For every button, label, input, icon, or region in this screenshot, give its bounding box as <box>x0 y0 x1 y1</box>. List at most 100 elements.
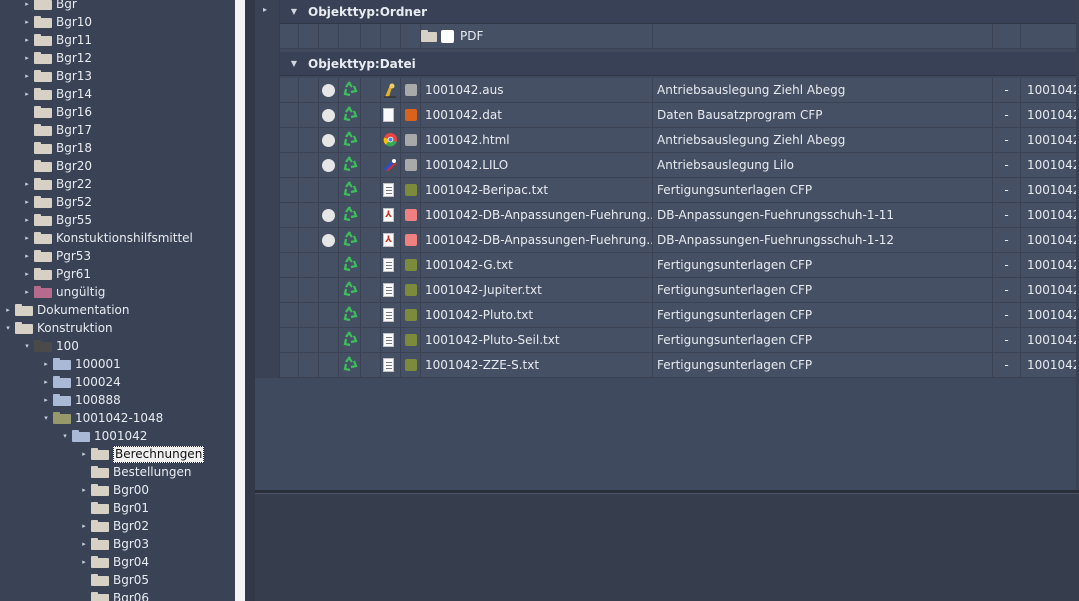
table-row[interactable]: 1001042-Jupiter.txt Fertigungsunterlagen … <box>280 278 1079 303</box>
checkbox[interactable] <box>441 29 454 43</box>
chevron-right-icon[interactable]: ▸ <box>79 540 89 548</box>
chevron-down-icon[interactable]: ▾ <box>22 342 32 350</box>
chevron-right-icon[interactable]: ▸ <box>22 270 32 278</box>
tree-item[interactable]: Bestellungen <box>79 463 191 481</box>
table-cell <box>299 203 319 227</box>
tree-item[interactable]: Bgr17 <box>22 121 92 139</box>
expand-arrow-icon[interactable]: ▸ <box>263 5 267 14</box>
tree-item[interactable]: ▸ Berechnungen <box>79 445 205 463</box>
tree-item[interactable]: ▸ Bgr03 <box>79 535 149 553</box>
chevron-right-icon[interactable]: ▸ <box>79 486 89 494</box>
lilo-icon <box>383 157 397 173</box>
tree-item[interactable]: ▾ 100 <box>22 337 79 355</box>
tree-item[interactable]: ▸ Bgr13 <box>22 67 92 85</box>
chevron-right-icon[interactable]: ▸ <box>22 54 32 62</box>
table-row[interactable]: 1001042.LILO Antriebsauslegung Lilo -10010… <box>280 153 1079 178</box>
file-dash: - <box>993 328 1021 352</box>
tree-item[interactable]: ▾ 1001042 <box>60 427 147 445</box>
tree-item[interactable]: ▸ Bgr00 <box>79 481 149 499</box>
tree-item[interactable]: ▸ Bgr11 <box>22 31 92 49</box>
tree-item[interactable]: Bgr18 <box>22 139 92 157</box>
chevron-right-icon[interactable]: ▸ <box>22 198 32 206</box>
tree-item[interactable]: ▸ Dokumentation <box>3 301 129 319</box>
table-row[interactable]: 1001042-G.txt Fertigungsunterlagen CFP -10… <box>280 253 1079 278</box>
chevron-right-icon[interactable]: ▸ <box>3 306 13 314</box>
folder-icon <box>53 394 71 406</box>
tree-item[interactable]: ▸ ungültig <box>22 283 105 301</box>
table-row[interactable]: 1001042.dat Daten Bausatzprogram CFP -1001… <box>280 103 1079 128</box>
table-row[interactable]: ⅄ 1001042-DB-Anpassungen-Fuehrung... DB-An… <box>280 203 1079 228</box>
recycle-cell <box>339 103 361 127</box>
folder-icon <box>421 30 437 42</box>
table-row[interactable]: 1001042-ZZE-S.txt Fertigungsunterlagen CF… <box>280 353 1079 378</box>
tree-item[interactable]: Bgr01 <box>79 499 149 517</box>
chevron-right-icon[interactable]: ▸ <box>22 90 32 98</box>
tree-item[interactable]: Bgr06 <box>79 589 149 601</box>
tree-item[interactable]: ▸ Bgr52 <box>22 193 92 211</box>
folder-icon <box>34 196 52 208</box>
pane-splitter[interactable] <box>245 0 255 601</box>
chevron-right-icon[interactable]: ▸ <box>79 450 89 458</box>
tree-item[interactable]: ▸ Bgr22 <box>22 175 92 193</box>
chevron-right-icon[interactable]: ▸ <box>22 36 32 44</box>
chevron-right-icon[interactable]: ▸ <box>22 216 32 224</box>
chevron-right-icon[interactable]: ▸ <box>79 558 89 566</box>
chevron-right-icon[interactable]: ▸ <box>22 234 32 242</box>
chevron-down-icon[interactable]: ▾ <box>41 414 51 422</box>
tree-item[interactable]: ▸ 100001 <box>41 355 121 373</box>
chevron-right-icon[interactable]: ▸ <box>22 0 32 8</box>
tree-item[interactable]: ▸ Bgr <box>22 0 77 13</box>
table-row[interactable]: ⅄ 1001042-DB-Anpassungen-Fuehrung... DB-An… <box>280 228 1079 253</box>
tree-item[interactable]: ▾ 1001042-1048 <box>41 409 163 427</box>
file-dash: - <box>993 178 1021 202</box>
chevron-right-icon[interactable]: ▸ <box>41 396 51 404</box>
table-row[interactable]: 1001042-Beripac.txt Fertigungsunterlagen … <box>280 178 1079 203</box>
file-description: Fertigungsunterlagen CFP <box>653 253 993 277</box>
chevron-right-icon[interactable]: ▸ <box>41 378 51 386</box>
tree-item[interactable]: ▸ Bgr12 <box>22 49 92 67</box>
tree-item[interactable]: ▸ 100888 <box>41 391 121 409</box>
tree-item[interactable]: Bgr20 <box>22 157 92 175</box>
chevron-right-icon[interactable]: ▸ <box>79 522 89 530</box>
file-number: 1001042 <box>1027 258 1079 272</box>
table-cell <box>401 24 421 48</box>
table-row[interactable]: 1001042.aus Antriebsauslegung Ziehl Abegg… <box>280 78 1079 103</box>
group-header[interactable]: ▼ Objekttyp:Datei <box>280 52 1079 76</box>
chevron-right-icon[interactable]: ▸ <box>41 360 51 368</box>
tree-item[interactable]: ▸ Konstuktionshilfsmittel <box>22 229 193 247</box>
chevron-down-icon[interactable]: ▾ <box>60 432 70 440</box>
tree-vertical-scrollbar[interactable] <box>235 0 245 601</box>
table-row[interactable]: 1001042-Pluto-Seil.txt Fertigungsunterlag… <box>280 328 1079 353</box>
tree-item[interactable]: ▸ Pgr61 <box>22 265 91 283</box>
group-header[interactable]: ▼ Objekttyp:Ordner <box>280 0 1079 24</box>
tree-item[interactable]: ▸ Pgr53 <box>22 247 91 265</box>
tree-item[interactable]: ▸ Bgr04 <box>79 553 149 571</box>
table-cell <box>299 278 319 302</box>
tree-item[interactable]: ▸ Bgr55 <box>22 211 92 229</box>
tree-item[interactable]: Bgr16 <box>22 103 92 121</box>
file-number: 1001042 <box>1027 158 1079 172</box>
chevron-right-icon[interactable]: ▸ <box>22 288 32 296</box>
chevron-right-icon[interactable]: ▸ <box>22 18 32 26</box>
tree-item[interactable]: ▸ Bgr14 <box>22 85 92 103</box>
chevron-right-icon[interactable]: ▸ <box>22 180 32 188</box>
tree-item[interactable]: ▸ Bgr02 <box>79 517 149 535</box>
color-cell <box>401 78 421 102</box>
table-cell <box>299 103 319 127</box>
tree-item[interactable]: Bgr05 <box>79 571 149 589</box>
tree-item[interactable]: ▸ Bgr10 <box>22 13 92 31</box>
tree-item[interactable]: ▾ Konstruktion <box>3 319 112 337</box>
chevron-right-icon[interactable]: ▸ <box>22 72 32 80</box>
tree-item-label: Bgr11 <box>56 33 93 47</box>
table-row[interactable]: PDF <box>280 24 1079 49</box>
chevron-right-icon[interactable]: ▸ <box>22 252 32 260</box>
chevron-down-icon[interactable]: ▾ <box>3 324 13 332</box>
tree-item-label: 100888 <box>75 393 121 407</box>
table-row[interactable]: 1001042-Pluto.txt Fertigungsunterlagen CF… <box>280 303 1079 328</box>
recycle-icon <box>341 305 359 326</box>
chevron-down-icon[interactable]: ▼ <box>280 59 308 68</box>
table-row[interactable]: 1001042.html Antriebsauslegung Ziehl Abeg… <box>280 128 1079 153</box>
table-cell <box>361 328 381 352</box>
tree-item[interactable]: ▸ 100024 <box>41 373 121 391</box>
chevron-down-icon[interactable]: ▼ <box>280 7 308 16</box>
